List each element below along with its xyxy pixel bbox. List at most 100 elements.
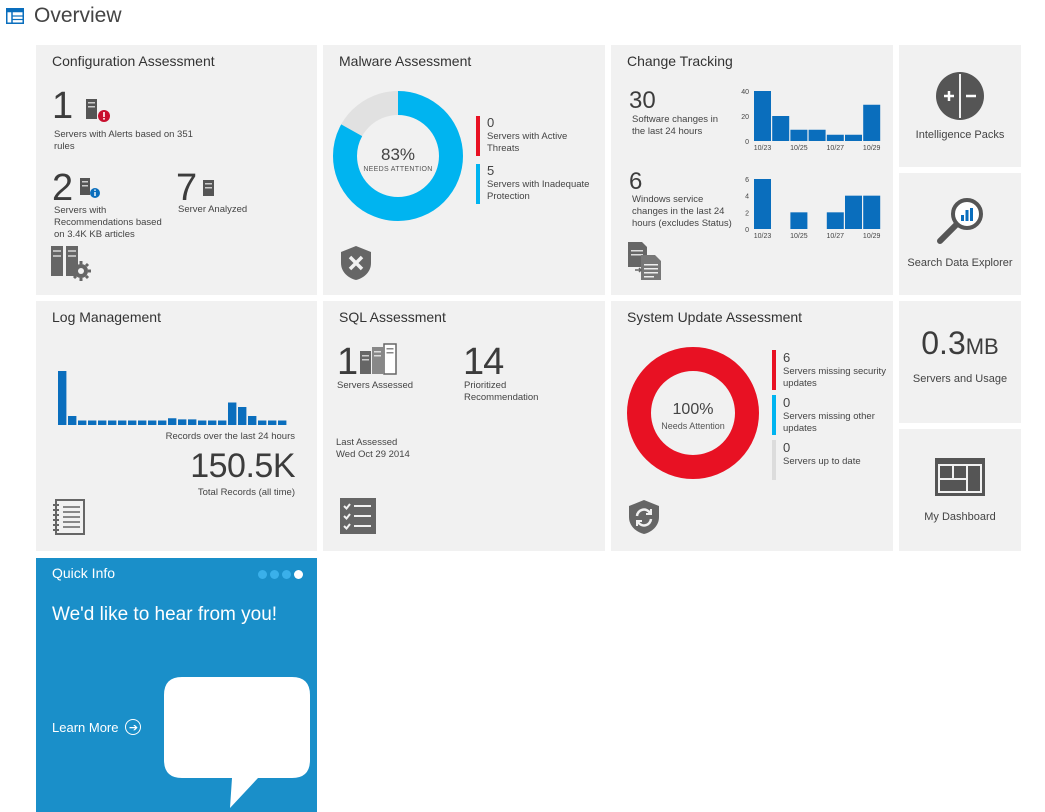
chart-bar	[754, 91, 771, 141]
tile-sql-assessment[interactable]: SQL Assessment 1 Servers Assessed 14 Pri…	[323, 301, 605, 551]
total-records-label: Total Records (all time)	[197, 487, 295, 498]
tile-quick-info[interactable]: Quick Info We'd like to hear from you! L…	[36, 558, 317, 812]
learn-more-label: Learn More	[52, 719, 119, 735]
x-tick-label: 10/25	[790, 145, 808, 152]
recommendations-count: 2	[52, 167, 73, 209]
legend-label: Servers missing other updates	[783, 411, 875, 434]
tile-configuration-assessment[interactable]: Configuration Assessment 1 Servers with …	[36, 45, 317, 295]
chart-bar	[808, 129, 826, 141]
chart-bar	[238, 407, 247, 425]
shield-x-icon	[341, 246, 371, 280]
carousel-dot[interactable]	[282, 570, 291, 579]
y-tick-label: 0	[745, 139, 749, 146]
page-title: Overview	[34, 4, 122, 27]
chart-bar	[790, 129, 808, 141]
donut-value: 83%	[380, 145, 416, 164]
server-icon	[203, 180, 214, 196]
tile-title: SQL Assessment	[339, 309, 446, 325]
carousel-dot[interactable]	[270, 570, 279, 579]
chart-bar	[754, 179, 771, 229]
tile-change-tracking[interactable]: Change Tracking 30 Software changes in t…	[611, 45, 893, 295]
prioritized-count: 14	[463, 341, 504, 383]
x-tick-label: 10/27	[827, 233, 845, 240]
analyzed-count: 7	[176, 167, 197, 209]
legend-label: Servers up to date	[783, 456, 861, 467]
last-assessed-label: Last Assessed	[336, 437, 398, 448]
tile-search-data-explorer[interactable]: Search Data Explorer	[899, 173, 1021, 295]
legend-swatch	[772, 350, 776, 390]
carousel-dots[interactable]	[255, 566, 303, 584]
y-tick-label: 2	[745, 210, 749, 217]
chart-bar	[68, 416, 77, 425]
total-records-value: 150.5K	[190, 447, 295, 485]
y-tick-label: 40	[741, 89, 749, 96]
legend-count: 5	[487, 163, 495, 178]
learn-more-link[interactable]: Learn More ➔	[52, 719, 142, 735]
server-alert-icon	[86, 99, 110, 122]
legend-label: Servers with Active Threats	[487, 131, 568, 154]
legend-swatch	[476, 116, 480, 156]
tile-intelligence-packs[interactable]: Intelligence Packs	[899, 45, 1021, 167]
x-tick-label: 10/25	[790, 233, 808, 240]
quick-info-headline: We'd like to hear from you!	[52, 604, 278, 625]
legend-label: Servers missing security updates	[783, 366, 886, 389]
chart-bar	[188, 419, 197, 425]
chart-bar	[218, 420, 227, 425]
tile-title: Log Management	[52, 309, 161, 325]
search-chart-icon	[937, 198, 983, 244]
servers-gear-icon	[51, 246, 91, 281]
windows-changes-chart: 0 2 4 6 10/23 10/25 10/27 10/29	[745, 177, 881, 240]
checklist-icon	[340, 498, 376, 534]
donut-label: Needs Attention	[661, 421, 725, 431]
x-tick-label: 10/29	[863, 145, 881, 152]
chart-bar	[128, 420, 137, 425]
search-data-explorer-label: Search Data Explorer	[907, 257, 1013, 269]
page-header: Overview	[6, 2, 122, 30]
chart-bar	[248, 416, 257, 425]
servers-usage-label: Servers and Usage	[912, 373, 1008, 385]
x-tick-label: 10/29	[863, 233, 881, 240]
tile-servers-and-usage[interactable]: 0.3MB Servers and Usage	[899, 301, 1021, 423]
tile-title: System Update Assessment	[627, 309, 803, 325]
legend-label: Servers with Inadequate Protection	[487, 179, 590, 202]
chart-bar	[258, 420, 267, 425]
plus-minus-icon	[936, 72, 984, 120]
chart-bar	[168, 418, 177, 425]
log-records-chart	[58, 371, 287, 425]
y-tick-label: 20	[741, 114, 749, 121]
carousel-dot[interactable]	[294, 570, 303, 579]
carousel-dot[interactable]	[258, 570, 267, 579]
chart-bar	[863, 104, 881, 141]
y-tick-label: 6	[745, 177, 749, 184]
chart-bar	[790, 212, 808, 229]
y-tick-label: 4	[745, 194, 749, 201]
tile-system-update-assessment[interactable]: System Update Assessment 100% Needs Atte…	[611, 301, 893, 551]
sql-servers-label: Servers Assessed	[337, 380, 414, 391]
intelligence-packs-label: Intelligence Packs	[915, 129, 1005, 141]
tile-log-management[interactable]: Log Management Records over the last 24 …	[36, 301, 317, 551]
chart-bar	[148, 420, 157, 425]
chart-bar	[118, 420, 127, 425]
legend-count: 0	[783, 440, 791, 455]
shield-refresh-icon	[629, 500, 659, 534]
legend-swatch	[772, 440, 776, 480]
tile-my-dashboard[interactable]: My Dashboard	[899, 429, 1021, 551]
software-label: Software changes in the last 24 hours	[632, 114, 719, 137]
chart-bar	[772, 116, 790, 141]
documents-compare-icon	[628, 242, 661, 280]
server-info-icon	[80, 178, 100, 198]
sql-servers-icon	[360, 343, 397, 375]
x-tick-label: 10/27	[827, 145, 845, 152]
y-tick-label: 0	[745, 227, 749, 234]
donut-label: NEEDS ATTENTION	[363, 166, 433, 173]
tile-malware-assessment[interactable]: Malware Assessment 83% NEEDS ATTENTION 0…	[323, 45, 605, 295]
chart-bar	[88, 420, 97, 425]
alerts-label: Servers with Alerts based on 351 rules	[54, 129, 193, 152]
log-notebook-icon	[53, 499, 85, 535]
chart-bar	[198, 420, 207, 425]
chart-bar	[228, 402, 237, 425]
windows-label: Windows service changes in the last 24 h…	[632, 194, 732, 229]
legend-count: 0	[783, 395, 791, 410]
tile-title: Change Tracking	[627, 53, 733, 69]
tile-title: Configuration Assessment	[52, 53, 215, 69]
